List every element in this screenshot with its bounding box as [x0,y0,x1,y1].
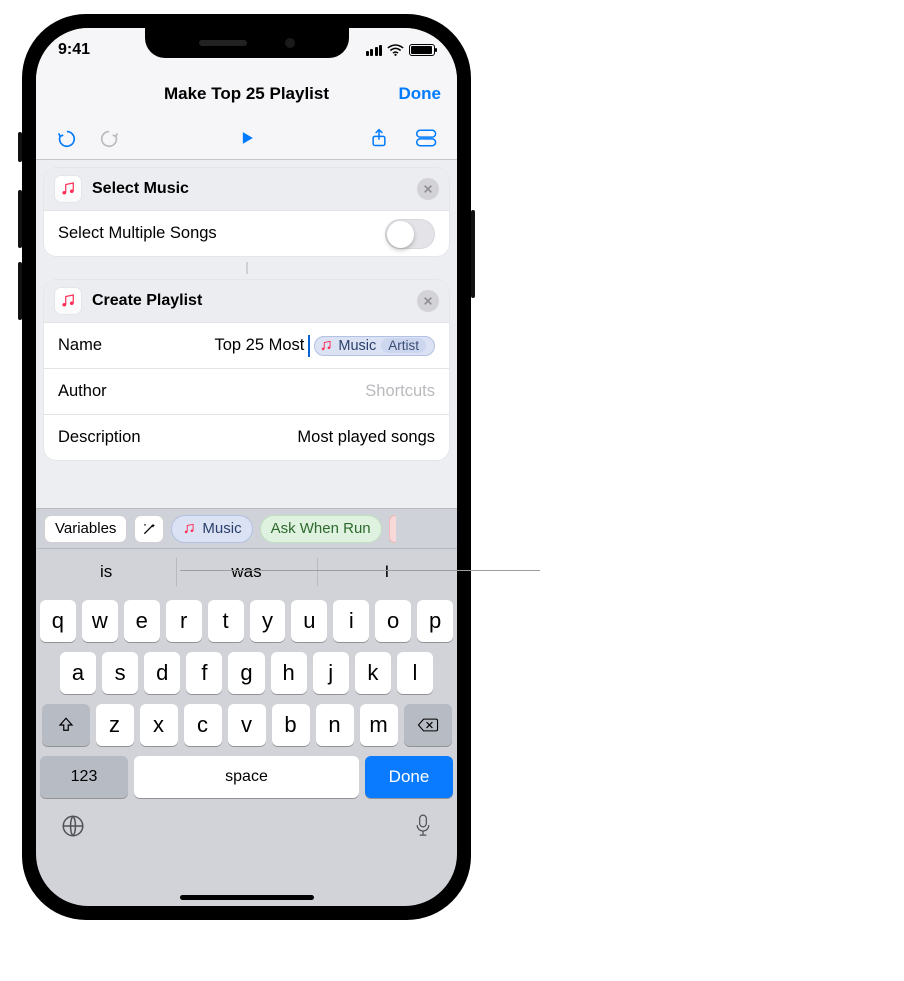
text-cursor [308,335,310,357]
variables-button[interactable]: Variables [44,515,127,543]
key-b[interactable]: b [272,704,310,746]
action-title: Create Playlist [92,292,407,310]
key-g[interactable]: g [228,652,264,694]
key-q[interactable]: q [40,600,76,642]
dictation-key[interactable] [413,813,433,844]
page-title: Make Top 25 Playlist [164,84,329,104]
backspace-key[interactable] [404,704,452,746]
ask-when-run-pill[interactable]: Ask When Run [260,515,382,543]
share-button[interactable] [367,126,391,150]
key-z[interactable]: z [96,704,134,746]
pill-label: Music [202,520,241,537]
key-n[interactable]: n [316,704,354,746]
ringer-switch [18,132,22,162]
author-label: Author [58,382,107,401]
battery-icon [409,44,435,56]
done-button[interactable]: Done [399,84,442,104]
key-w[interactable]: w [82,600,118,642]
wifi-icon [387,44,404,57]
nav-bar: Make Top 25 Playlist Done [36,72,457,116]
keyboard-done-key[interactable]: Done [365,756,453,798]
prediction-1[interactable]: is [36,549,176,594]
author-field[interactable]: Shortcuts [107,382,435,401]
key-i[interactable]: i [333,600,369,642]
variable-token[interactable]: Music Artist [314,336,435,356]
key-j[interactable]: j [313,652,349,694]
space-key[interactable]: space [134,756,359,798]
key-k[interactable]: k [355,652,391,694]
action-create-playlist: Create Playlist Name Top 25 Most Music A… [44,280,449,460]
signal-icon [366,45,383,56]
clock: 9:41 [58,41,90,59]
key-e[interactable]: e [124,600,160,642]
prediction-3[interactable]: I [317,549,457,594]
key-v[interactable]: v [228,704,266,746]
music-variable-pill[interactable]: Music [171,515,252,543]
name-label: Name [58,336,102,355]
music-app-icon [54,175,82,203]
volume-down [18,262,22,320]
key-u[interactable]: u [291,600,327,642]
name-field[interactable]: Top 25 Most Music Artist [102,335,435,357]
volume-up [18,190,22,248]
screen: 9:41 Make Top 25 Playlist Done [36,28,457,906]
music-app-icon [54,287,82,315]
multiple-songs-label: Select Multiple Songs [58,224,217,243]
globe-key[interactable] [60,813,86,844]
key-m[interactable]: m [360,704,398,746]
variable-bar: Variables Music Ask When Run [36,508,457,548]
description-field[interactable]: Most played songs [141,428,435,447]
key-c[interactable]: c [184,704,222,746]
key-s[interactable]: s [102,652,138,694]
delete-action-button[interactable] [417,178,439,200]
keyboard: q w e r t y u i o p a s d f g h [36,594,457,850]
key-a[interactable]: a [60,652,96,694]
music-note-icon [319,339,333,353]
key-x[interactable]: x [140,704,178,746]
shift-key[interactable] [42,704,90,746]
key-o[interactable]: o [375,600,411,642]
key-y[interactable]: y [250,600,286,642]
numbers-key[interactable]: 123 [40,756,128,798]
key-r[interactable]: r [166,600,202,642]
settings-button[interactable] [415,126,439,150]
delete-action-button[interactable] [417,290,439,312]
next-pill-peek[interactable] [389,515,396,543]
key-d[interactable]: d [144,652,180,694]
workflow-content: Select Music Select Multiple Songs [36,160,457,508]
token-name: Music [338,338,376,354]
redo-button [98,126,122,150]
name-text: Top 25 Most [214,336,304,355]
play-button[interactable] [235,126,259,150]
callout-line [180,570,540,571]
phone-frame: 9:41 Make Top 25 Playlist Done [22,14,471,920]
undo-button[interactable] [54,126,78,150]
multiple-songs-toggle[interactable] [385,219,435,249]
action-select-music: Select Music Select Multiple Songs [44,168,449,256]
connector [246,262,248,274]
key-l[interactable]: l [397,652,433,694]
magic-wand-button[interactable] [134,515,164,543]
power-button [471,210,475,298]
description-label: Description [58,428,141,447]
music-note-icon [182,522,196,536]
prediction-bar: is was I [36,548,457,594]
toolbar [36,116,457,160]
token-property: Artist [381,338,426,353]
key-t[interactable]: t [208,600,244,642]
home-indicator[interactable] [180,895,314,900]
action-title: Select Music [92,180,407,198]
notch [145,28,349,58]
prediction-2[interactable]: was [176,549,316,594]
key-h[interactable]: h [271,652,307,694]
key-f[interactable]: f [186,652,222,694]
key-p[interactable]: p [417,600,453,642]
